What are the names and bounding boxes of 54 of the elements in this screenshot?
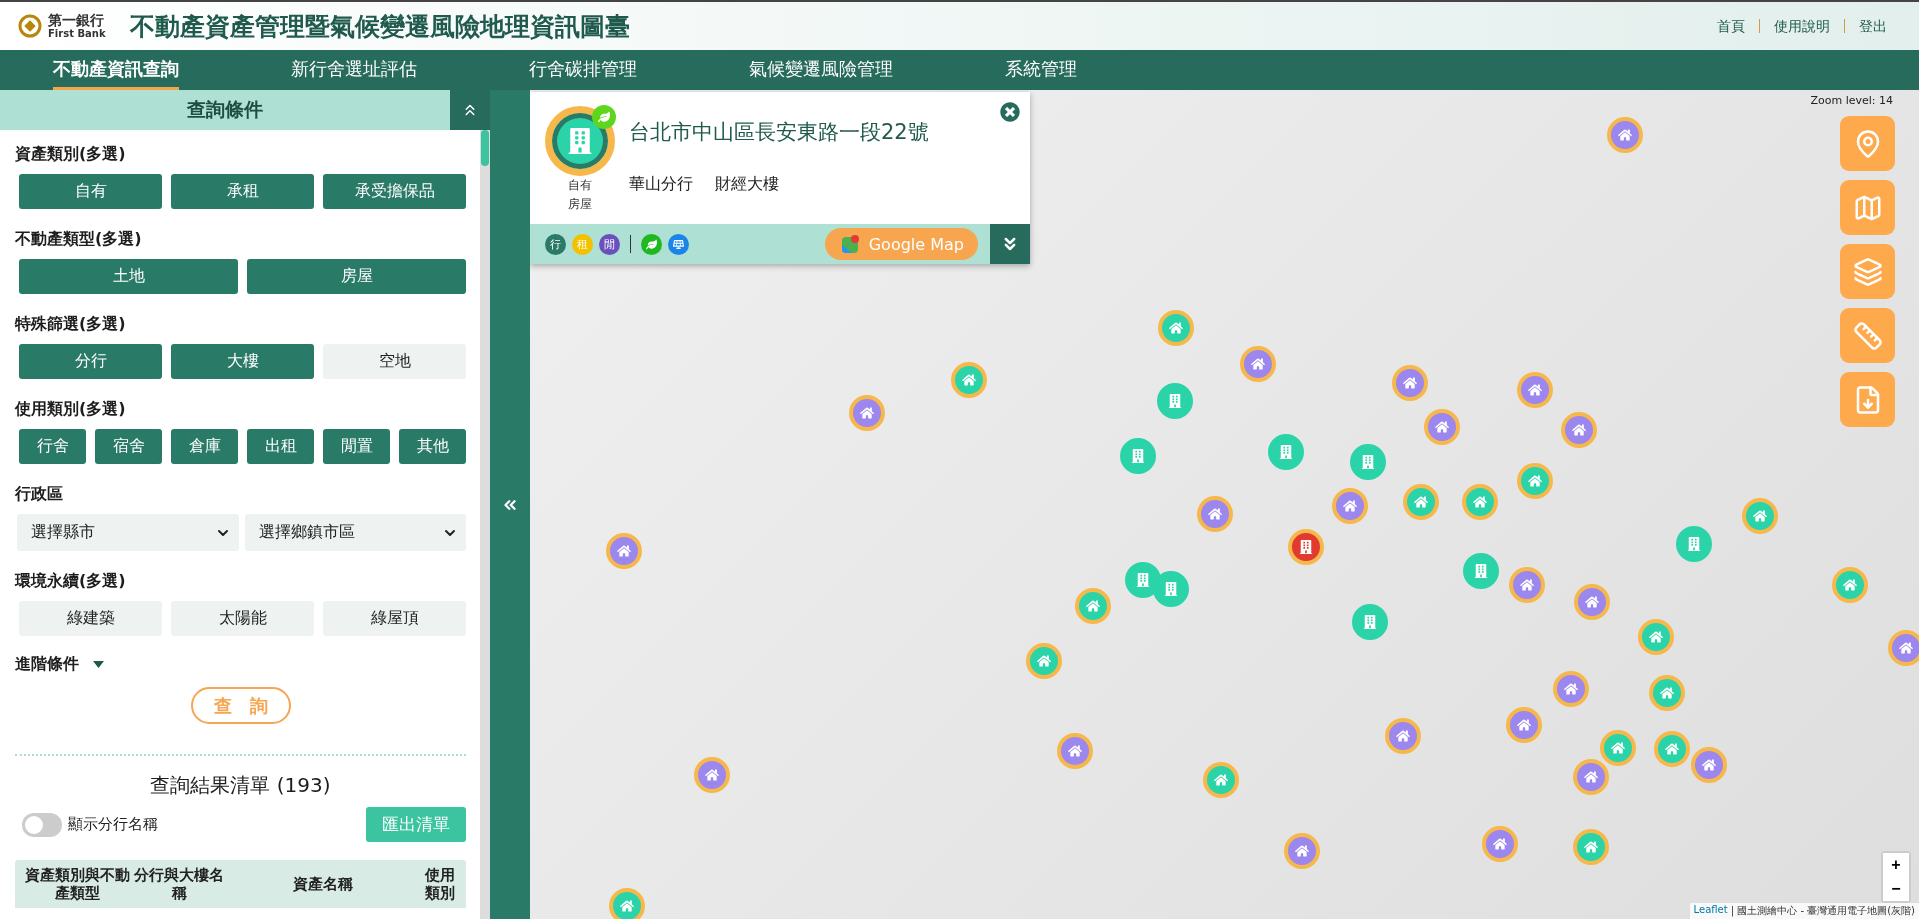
column-header[interactable]: 分行與大樓名稱	[133, 866, 225, 902]
filter-option-button[interactable]: 行舍	[19, 429, 86, 464]
filter-option-button[interactable]: 閒置	[323, 429, 390, 464]
column-header[interactable]: 資產名稱	[225, 866, 420, 902]
address-text: 台北市中山區長安東路一段22號	[629, 119, 929, 146]
filter-option-button[interactable]: 大樓	[171, 344, 314, 379]
branch-name: 華山分行	[629, 174, 693, 195]
logo-text: 第一銀行	[48, 12, 105, 29]
header-link[interactable]: 登出	[1844, 19, 1901, 33]
filter-option-button[interactable]: 空地	[323, 344, 466, 379]
filter-option-button[interactable]: 宿舍	[95, 429, 162, 464]
filter-option-button[interactable]: 出租	[247, 429, 314, 464]
results-title: 查詢結果清單 (193)	[149, 772, 332, 799]
filter-option-button[interactable]: 倉庫	[171, 429, 238, 464]
filter-option-button[interactable]: 太陽能	[171, 601, 314, 636]
toggle-label: 顯示分行名稱	[68, 815, 158, 834]
zoom-level-label: Zoom level: 14	[1810, 94, 1893, 107]
section-label: 行政區	[15, 484, 64, 505]
column-header[interactable]: 使用類別	[420, 866, 460, 902]
attribution-text: | 國土測繪中心 - 臺灣通用電子地圖(灰階)	[1730, 904, 1915, 918]
filter-option-button[interactable]: 房屋	[247, 259, 466, 294]
nav-tab[interactable]: 行舍碳排管理	[529, 50, 637, 90]
dropdown-select[interactable]: 選擇縣市	[17, 514, 239, 551]
panel-title: 查詢條件	[186, 97, 264, 122]
category-label: 自有	[568, 177, 592, 194]
section-label: 環境永續(多選)	[15, 571, 127, 592]
filter-option-button[interactable]: 其他	[399, 429, 466, 464]
section-label: 特殊篩選(多選)	[15, 314, 127, 335]
section-label: 資產類別(多選)	[15, 144, 127, 165]
category-label: 房屋	[568, 196, 592, 214]
filter-option-button[interactable]: 承租	[171, 174, 314, 209]
header-link[interactable]: 首頁	[1703, 19, 1759, 33]
nav-tab[interactable]: 新行舍選址評估	[291, 50, 417, 90]
section-label: 不動產類型(多選)	[15, 229, 143, 250]
filter-option-button[interactable]: 分行	[19, 344, 162, 379]
nav-tab[interactable]: 系統管理	[1005, 50, 1077, 90]
usage-tag: 行	[545, 233, 566, 255]
filter-option-button[interactable]: 承受擔保品	[323, 174, 466, 209]
filter-option-button[interactable]: 綠建築	[19, 601, 162, 636]
column-header[interactable]: 資產類別與不動產類型	[21, 866, 133, 902]
attribution-link[interactable]: Leaflet	[1693, 904, 1728, 918]
filter-option-button[interactable]: 自有	[19, 174, 162, 209]
building-name: 財經大樓	[715, 174, 779, 195]
usage-tag: 租	[572, 233, 593, 255]
nav-tab[interactable]: 氣候變遷風險管理	[749, 50, 893, 90]
dropdown-select[interactable]: 選擇鄉鎮市區	[244, 514, 466, 551]
page-title: 不動產資產管理暨氣候變遷風險地理資訊圖臺	[129, 10, 630, 43]
filter-option-button[interactable]: 土地	[19, 259, 238, 294]
header-link[interactable]: 使用說明	[1759, 19, 1844, 33]
logo-subtext: First Bank	[48, 28, 106, 40]
advanced-toggle[interactable]: 進階條件	[15, 654, 104, 675]
filter-option-button[interactable]: 綠屋頂	[323, 601, 466, 636]
usage-tag: 閒	[599, 233, 620, 255]
section-label: 使用類別(多選)	[15, 399, 127, 420]
